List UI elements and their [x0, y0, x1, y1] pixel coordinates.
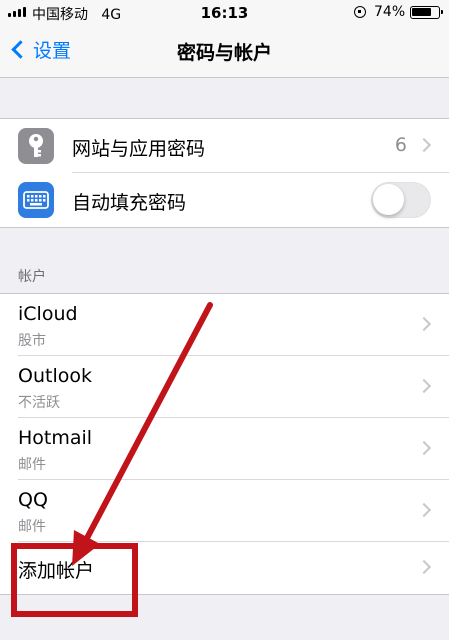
orientation-lock-icon	[354, 6, 366, 18]
account-detail: 股市	[18, 333, 46, 349]
chevron-right-icon	[416, 378, 432, 394]
autofill-passwords-row: 自动填充密码	[0, 173, 449, 227]
chevron-right-icon	[416, 316, 432, 332]
account-row-qq[interactable]: QQ 邮件	[0, 480, 449, 542]
account-name: QQ	[18, 489, 48, 511]
accounts-group: iCloud 股市 Outlook 不活跃 Hotmail 邮件 QQ 邮件 添…	[0, 293, 449, 595]
password-count: 6	[394, 134, 407, 156]
toggle-knob	[373, 184, 404, 215]
navigation-bar: 设置 密码与帐户	[0, 26, 449, 78]
account-detail: 邮件	[18, 457, 46, 473]
add-account-button[interactable]: 添加帐户	[0, 542, 449, 594]
account-name: Outlook	[18, 365, 92, 387]
key-icon	[18, 128, 54, 164]
account-row-hotmail[interactable]: Hotmail 邮件	[0, 418, 449, 480]
chevron-right-icon	[416, 502, 432, 518]
keyboard-icon	[18, 182, 54, 218]
accounts-section-header: 帐户	[18, 269, 46, 285]
passwords-group: 网站与应用密码 6 自动填充密码	[0, 118, 449, 228]
chevron-right-icon	[416, 440, 432, 456]
add-account-label: 添加帐户	[18, 560, 95, 582]
battery-icon	[410, 6, 443, 19]
page-title: 密码与帐户	[176, 42, 272, 64]
status-bar: 中国移动 4G 16:13 74%	[0, 0, 449, 26]
website-app-passwords-row[interactable]: 网站与应用密码 6	[0, 119, 449, 173]
account-name: Hotmail	[18, 427, 93, 449]
battery-percentage: 74%	[374, 4, 406, 20]
account-name: iCloud	[18, 303, 78, 325]
account-detail: 邮件	[18, 519, 46, 535]
chevron-right-icon	[416, 137, 432, 153]
website-passwords-label: 网站与应用密码	[72, 138, 206, 160]
chevron-right-icon	[416, 559, 432, 575]
account-detail: 不活跃	[18, 395, 60, 411]
autofill-toggle[interactable]	[371, 182, 431, 218]
account-row-outlook[interactable]: Outlook 不活跃	[0, 356, 449, 418]
account-row-icloud[interactable]: iCloud 股市	[0, 294, 449, 356]
autofill-passwords-label: 自动填充密码	[72, 192, 187, 214]
